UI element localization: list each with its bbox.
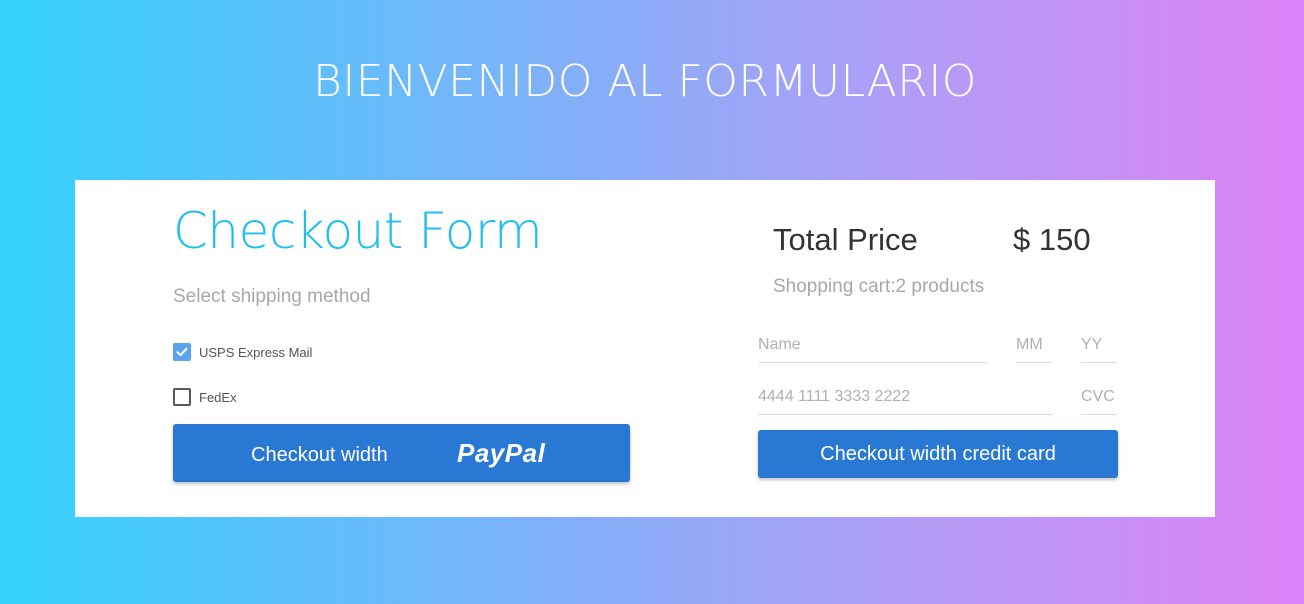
shipping-option-usps[interactable]: USPS Express Mail — [173, 343, 312, 361]
fedex-label: FedEx — [199, 389, 237, 405]
cvc-input[interactable] — [1081, 387, 1117, 415]
name-input[interactable] — [758, 335, 987, 363]
total-price-value: $ 150 — [1013, 222, 1091, 257]
form-heading: Checkout Form — [173, 202, 543, 260]
checkout-card: Checkout Form Select shipping method USP… — [75, 180, 1215, 517]
paypal-logo: PayPal — [457, 438, 546, 468]
card-number-input[interactable] — [758, 387, 1053, 415]
cart-info: Shopping cart:2 products — [773, 276, 985, 297]
checkout-credit-card-button[interactable]: Checkout width credit card — [758, 430, 1118, 478]
page-title: BIENVENIDO AL FORMULARIO — [313, 56, 977, 107]
usps-label: USPS Express Mail — [199, 344, 313, 360]
total-price-label: Total Price — [773, 222, 918, 257]
check-icon — [176, 347, 188, 357]
expiry-year-input[interactable] — [1081, 335, 1117, 363]
expiry-month-input[interactable] — [1016, 335, 1052, 363]
fedex-checkbox[interactable] — [173, 388, 191, 406]
checkout-paypal-button[interactable]: Checkout width PayPal — [173, 424, 630, 482]
usps-checkbox[interactable] — [173, 343, 191, 361]
shipping-method-label: Select shipping method — [173, 286, 371, 307]
shipping-option-fedex[interactable]: FedEx — [173, 388, 237, 406]
paypal-button-label: Checkout width — [251, 444, 388, 466]
